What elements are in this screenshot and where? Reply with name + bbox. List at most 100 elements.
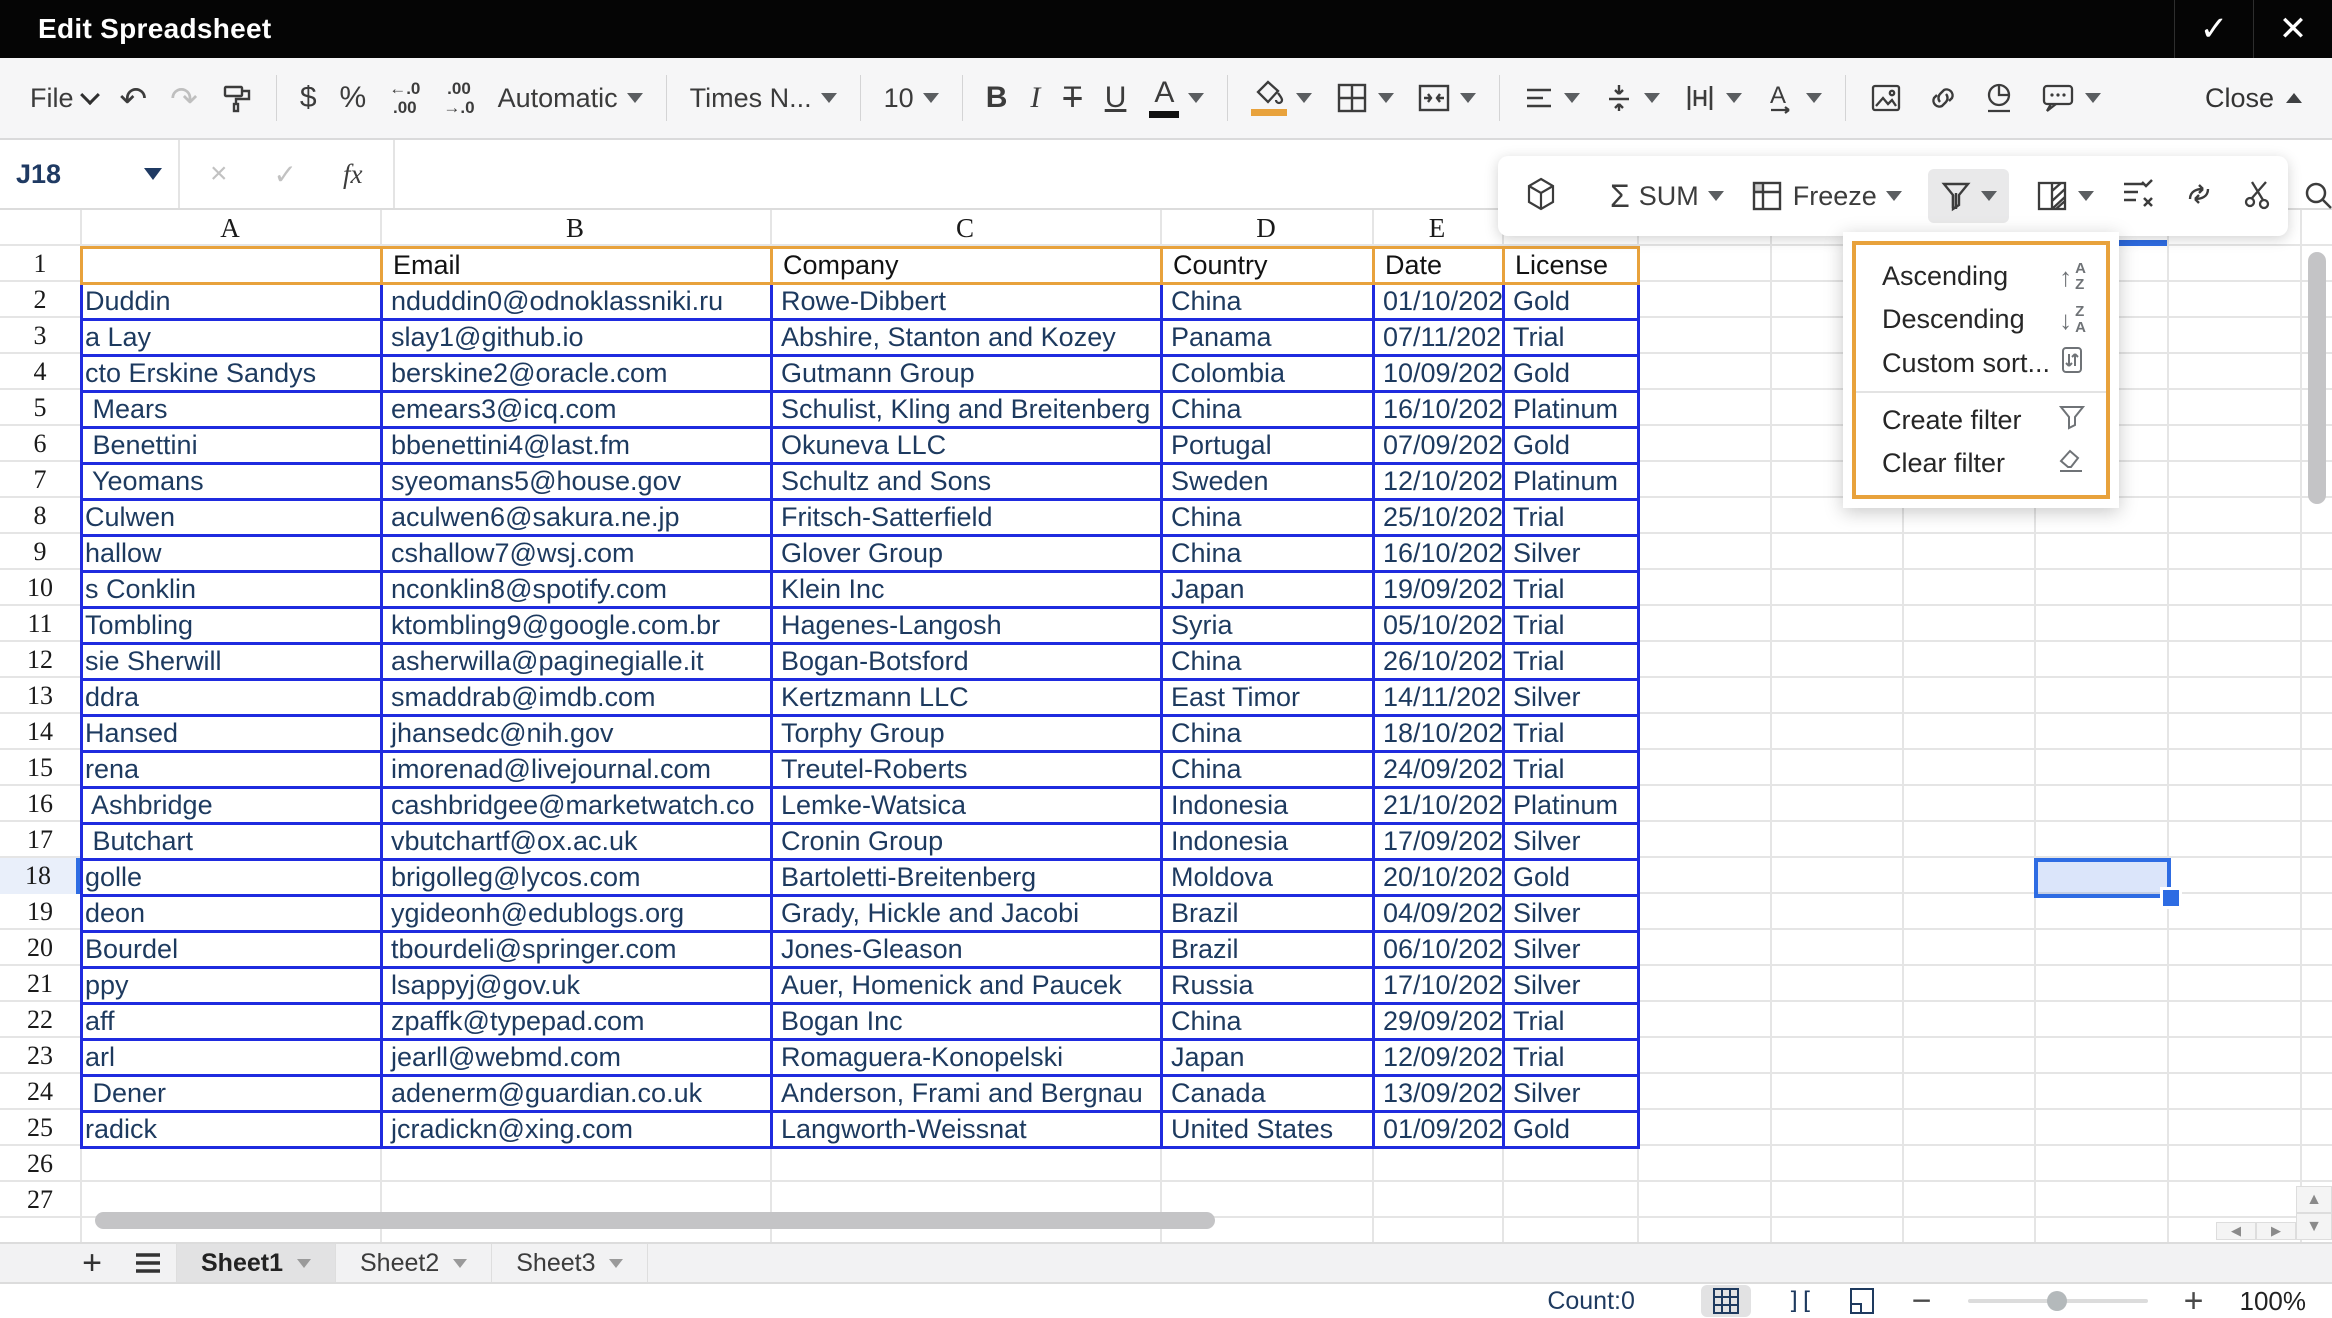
table-cell[interactable]: Syria (1160, 606, 1375, 645)
column-header[interactable]: D (1160, 210, 1372, 246)
table-cell[interactable]: 19/09/202 (1372, 570, 1505, 609)
insert-image-button[interactable] (1869, 82, 1903, 114)
function-icon[interactable]: fx (343, 159, 363, 190)
table-cell[interactable]: Silver (1502, 966, 1640, 1005)
row-header[interactable]: 18 (0, 858, 80, 894)
table-cell[interactable]: 16/10/202 (1372, 390, 1505, 429)
table-cell[interactable]: cto Erskine Sandys (80, 354, 383, 393)
menu-item-descending[interactable]: Descending ↓ZA (1856, 298, 2106, 341)
row-header[interactable]: 5 (0, 390, 80, 426)
table-cell[interactable]: 12/10/202 (1372, 462, 1505, 501)
table-cell[interactable]: 01/09/202 (1372, 1110, 1505, 1149)
table-cell[interactable]: Anderson, Frami and Bergnau (770, 1074, 1163, 1113)
scroll-right-button[interactable]: ▶ (2256, 1222, 2296, 1240)
filter-button[interactable] (1928, 169, 2009, 223)
table-cell[interactable]: cashbridgee@marketwatch.co (380, 786, 773, 825)
page-break-view-button[interactable]: ][ (1787, 1287, 1812, 1315)
confirm-entry-icon[interactable]: ✓ (274, 158, 297, 191)
table-cell[interactable]: Okuneva LLC (770, 426, 1163, 465)
table-cell[interactable]: Platinum (1502, 390, 1640, 429)
table-cell[interactable]: slay1@github.io (380, 318, 773, 357)
number-format-dropdown[interactable]: Automatic (498, 83, 643, 114)
table-cell[interactable]: aculwen6@sakura.ne.jp (380, 498, 773, 537)
table-cell[interactable]: Romaguera-Konopelski (770, 1038, 1163, 1077)
row-header[interactable]: 7 (0, 462, 80, 498)
table-cell[interactable]: China (1160, 534, 1375, 573)
comment-button[interactable] (2040, 82, 2101, 114)
table-cell[interactable]: Rowe-Dibbert (770, 282, 1163, 321)
table-header-cell[interactable]: Company (770, 246, 1163, 285)
table-cell[interactable]: Cronin Group (770, 822, 1163, 861)
table-header-cell[interactable]: License (1502, 246, 1640, 285)
scroll-down-button[interactable]: ▼ (2296, 1213, 2332, 1240)
vertical-scrollbar[interactable] (2308, 252, 2326, 504)
table-cell[interactable]: Mears (80, 390, 383, 429)
table-cell[interactable]: 14/11/202 (1372, 678, 1505, 717)
table-cell[interactable]: Hansed (80, 714, 383, 753)
table-cell[interactable]: Trial (1502, 750, 1640, 789)
table-cell[interactable]: 12/09/202 (1372, 1038, 1505, 1077)
table-cell[interactable]: Lemke-Watsica (770, 786, 1163, 825)
table-cell[interactable]: vbutchartf@ox.ac.uk (380, 822, 773, 861)
table-cell[interactable]: Bartoletti-Breitenberg (770, 858, 1163, 897)
close-toolbar-button[interactable]: Close (2205, 83, 2302, 114)
row-height-button[interactable] (1683, 82, 1742, 114)
table-cell[interactable]: Auer, Homenick and Paucek (770, 966, 1163, 1005)
table-cell[interactable]: ppy (80, 966, 383, 1005)
fill-handle[interactable] (2160, 887, 2182, 909)
horizontal-align-button[interactable] (1523, 83, 1580, 113)
table-cell[interactable]: Bogan Inc (770, 1002, 1163, 1041)
row-header[interactable]: 6 (0, 426, 80, 462)
insert-chart-button[interactable] (1983, 81, 2017, 115)
table-cell[interactable]: Trial (1502, 714, 1640, 753)
strikethrough-button[interactable]: T (1063, 83, 1081, 113)
font-name-dropdown[interactable]: Times N... (690, 83, 837, 114)
name-box[interactable]: J18 (0, 140, 180, 208)
format-painter-button[interactable] (221, 82, 253, 114)
table-cell[interactable]: Bourdel (80, 930, 383, 969)
table-cell[interactable]: ktombling9@google.com.br (380, 606, 773, 645)
table-cell[interactable]: imorenad@livejournal.com (380, 750, 773, 789)
table-cell[interactable]: sie Sherwill (80, 642, 383, 681)
borders-button[interactable] (1335, 81, 1394, 115)
scroll-left-button[interactable]: ◀ (2216, 1222, 2256, 1240)
table-cell[interactable]: jhansedc@nih.gov (380, 714, 773, 753)
table-cell[interactable]: Ashbridge (80, 786, 383, 825)
bold-button[interactable]: B (986, 83, 1008, 113)
table-cell[interactable]: Grady, Hickle and Jacobi (770, 894, 1163, 933)
grid-view-button[interactable] (1701, 1285, 1751, 1317)
table-cell[interactable]: Silver (1502, 930, 1640, 969)
data-validation-button[interactable] (2120, 178, 2156, 215)
table-cell[interactable]: Silver (1502, 1074, 1640, 1113)
table-cell[interactable]: Trial (1502, 498, 1640, 537)
table-cell[interactable]: bbenettini4@last.fm (380, 426, 773, 465)
table-cell[interactable]: Sweden (1160, 462, 1375, 501)
table-cell[interactable]: s Conklin (80, 570, 383, 609)
table-cell[interactable]: Portugal (1160, 426, 1375, 465)
table-cell[interactable]: nconklin8@spotify.com (380, 570, 773, 609)
table-cell[interactable]: 17/10/202 (1372, 966, 1505, 1005)
currency-format-button[interactable]: $ (300, 83, 317, 113)
table-cell[interactable]: 17/09/202 (1372, 822, 1505, 861)
table-cell[interactable]: nduddin0@odnoklassniki.ru (380, 282, 773, 321)
row-header[interactable]: 20 (0, 930, 80, 966)
table-cell[interactable]: tbourdeli@springer.com (380, 930, 773, 969)
table-cell[interactable]: Tombling (80, 606, 383, 645)
table-cell[interactable]: China (1160, 750, 1375, 789)
table-header-cell[interactable]: Country (1160, 246, 1375, 285)
table-cell[interactable]: Brazil (1160, 930, 1375, 969)
column-header[interactable]: B (380, 210, 770, 246)
row-header[interactable]: 1 (0, 246, 80, 282)
table-cell[interactable]: United States (1160, 1110, 1375, 1149)
table-cell[interactable]: 20/10/202 (1372, 858, 1505, 897)
add-sheet-button[interactable]: + (64, 1244, 120, 1282)
row-header[interactable]: 21 (0, 966, 80, 1002)
table-cell[interactable]: a Lay (80, 318, 383, 357)
menu-item-create-filter[interactable]: Create filter (1856, 399, 2106, 442)
table-cell[interactable]: Japan (1160, 1038, 1375, 1077)
table-cell[interactable]: Gutmann Group (770, 354, 1163, 393)
table-cell[interactable]: Trial (1502, 642, 1640, 681)
table-cell[interactable]: Trial (1502, 606, 1640, 645)
table-cell[interactable]: Colombia (1160, 354, 1375, 393)
table-cell[interactable]: Glover Group (770, 534, 1163, 573)
